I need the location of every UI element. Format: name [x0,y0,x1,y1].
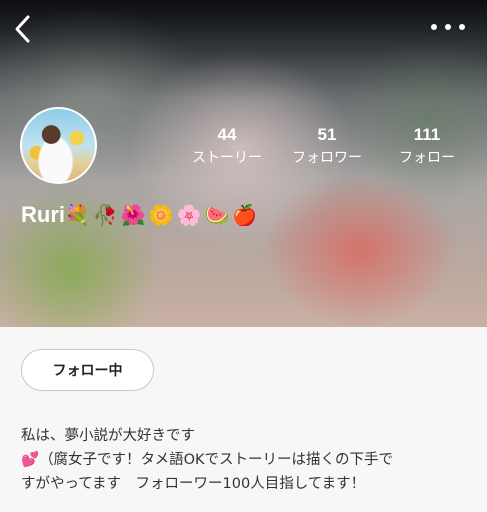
stat-stories[interactable]: 44 ストーリー [184,125,270,167]
bio-line: 私は、夢小説が大好きです [21,428,195,444]
more-horizontal-icon [445,24,451,30]
profile-name-emojis: 💐🥀🌺🌼🌸🍉🍎 [65,205,261,227]
bio-line: すがやってます フォローワー100人目指してます！ [21,476,366,492]
stat-following[interactable]: 111 フォロー [384,125,470,167]
profile-name: Ruri💐🥀🌺🌼🌸🍉🍎 [21,200,260,231]
stat-following-count: 111 [413,125,441,144]
more-horizontal-icon [431,24,437,30]
more-horizontal-icon [459,24,465,30]
more-options-button[interactable] [431,16,465,38]
stat-followers-label: フォロワー [292,150,362,166]
stat-stories-label: ストーリー [192,150,262,166]
avatar[interactable] [20,107,97,184]
hearts-emoji: 💕 [21,452,40,468]
profile-name-text: Ruri [21,202,65,227]
chevron-left-icon [15,15,30,43]
bio-line: 💕（腐女子です！タメ語OKでストーリーは描くの下手で [21,448,471,472]
stat-following-label: フォロー [399,150,455,166]
stat-stories-count: 44 [217,125,237,144]
back-button[interactable] [8,12,36,46]
following-button[interactable]: フォロー中 [21,349,154,391]
stat-followers[interactable]: 51 フォロワー [284,125,370,167]
profile-bio: 私は、夢小説が大好きです 💕（腐女子です！タメ語OKでストーリーは描くの下手で … [21,424,471,496]
stat-followers-count: 51 [317,125,337,144]
bio-line-text: （腐女子です！タメ語OKでストーリーは描くの下手で [39,452,394,468]
